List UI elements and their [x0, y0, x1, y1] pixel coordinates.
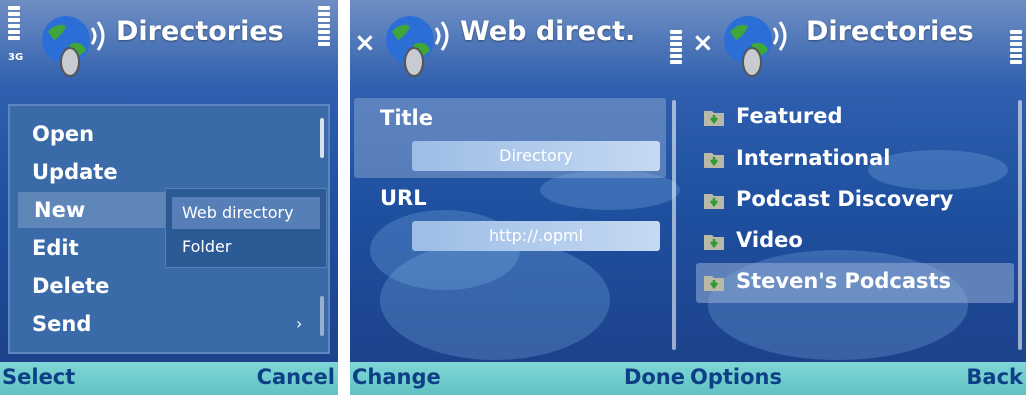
- podcast-globe-icon: [386, 16, 449, 77]
- screen-web-directory-form: × Web direct. Title Directory URL http:/…: [350, 0, 688, 395]
- close-icon[interactable]: ×: [354, 28, 376, 58]
- folder-download-icon: [704, 153, 724, 168]
- list-item[interactable]: International: [696, 140, 1014, 180]
- screen-directories-menu: 3G Directories Open Update New Edit Dele…: [0, 0, 338, 395]
- softkey-bar: Options Back: [688, 362, 1026, 395]
- url-field-value[interactable]: http://.opml: [412, 221, 660, 251]
- menu-item-update[interactable]: Update: [16, 154, 182, 190]
- softkey-change[interactable]: Change: [352, 365, 441, 389]
- list-item-label: Video: [736, 228, 803, 252]
- form-scrollbar[interactable]: [672, 100, 676, 350]
- folder-download-icon: [704, 276, 724, 291]
- title-bar: × Directories: [688, 0, 1026, 95]
- signal-strength-icon: [8, 6, 20, 42]
- page-title: Web direct.: [460, 16, 636, 47]
- list-item[interactable]: Podcast Discovery: [696, 181, 1014, 221]
- softkey-select[interactable]: Select: [2, 365, 75, 389]
- softkey-options[interactable]: Options: [690, 365, 782, 389]
- folder-download-icon: [704, 111, 724, 126]
- battery-icon: [1010, 30, 1022, 66]
- list-item-label: Featured: [736, 104, 843, 128]
- podcast-globe-icon: [724, 16, 787, 77]
- list-scrollbar[interactable]: [1018, 100, 1022, 350]
- submenu-item-folder[interactable]: Folder: [172, 231, 320, 263]
- softkey-done[interactable]: Done: [624, 365, 685, 389]
- menu-scrollbar-track: [320, 296, 324, 336]
- podcast-globe-icon: [42, 16, 105, 77]
- battery-icon: [670, 30, 682, 66]
- list-item-selected[interactable]: Steven's Podcasts: [696, 263, 1014, 303]
- submenu-item-web-directory[interactable]: Web directory: [172, 197, 320, 229]
- list-item[interactable]: Video: [696, 222, 1014, 262]
- title-field[interactable]: Title Directory: [354, 98, 666, 178]
- menu-item-delete[interactable]: Delete: [16, 268, 182, 304]
- close-icon[interactable]: ×: [692, 28, 714, 58]
- softkey-bar: Select Cancel: [0, 362, 338, 395]
- new-submenu: Web directory Folder: [165, 188, 327, 268]
- screen-directories-list: × Directories Featured International Pod…: [688, 0, 1026, 395]
- title-field-value[interactable]: Directory: [412, 141, 660, 171]
- battery-icon: [318, 6, 330, 48]
- title-bar: 3G Directories: [0, 0, 338, 95]
- title-field-label: Title: [380, 106, 434, 130]
- page-title: Directories: [806, 16, 974, 47]
- list-item-label: Podcast Discovery: [736, 187, 954, 211]
- softkey-bar: Change Done: [350, 362, 688, 395]
- softkey-back[interactable]: Back: [966, 365, 1023, 389]
- url-field-label: URL: [380, 186, 427, 210]
- page-title: Directories: [116, 16, 284, 47]
- menu-item-open[interactable]: Open: [16, 116, 182, 152]
- list-item-label: International: [736, 146, 891, 170]
- url-field[interactable]: URL http://.opml: [354, 178, 666, 258]
- menu-item-send[interactable]: Send: [16, 306, 182, 342]
- folder-download-icon: [704, 235, 724, 250]
- list-item[interactable]: Featured: [696, 98, 1014, 138]
- softkey-cancel[interactable]: Cancel: [257, 365, 335, 389]
- title-bar: × Web direct.: [350, 0, 688, 95]
- menu-scrollbar[interactable]: [320, 118, 324, 158]
- list-item-label: Steven's Podcasts: [736, 269, 952, 293]
- network-indicator: 3G: [8, 52, 24, 63]
- folder-download-icon: [704, 194, 724, 209]
- submenu-arrow-icon: ›: [296, 314, 303, 333]
- menu-item-edit[interactable]: Edit: [16, 230, 182, 266]
